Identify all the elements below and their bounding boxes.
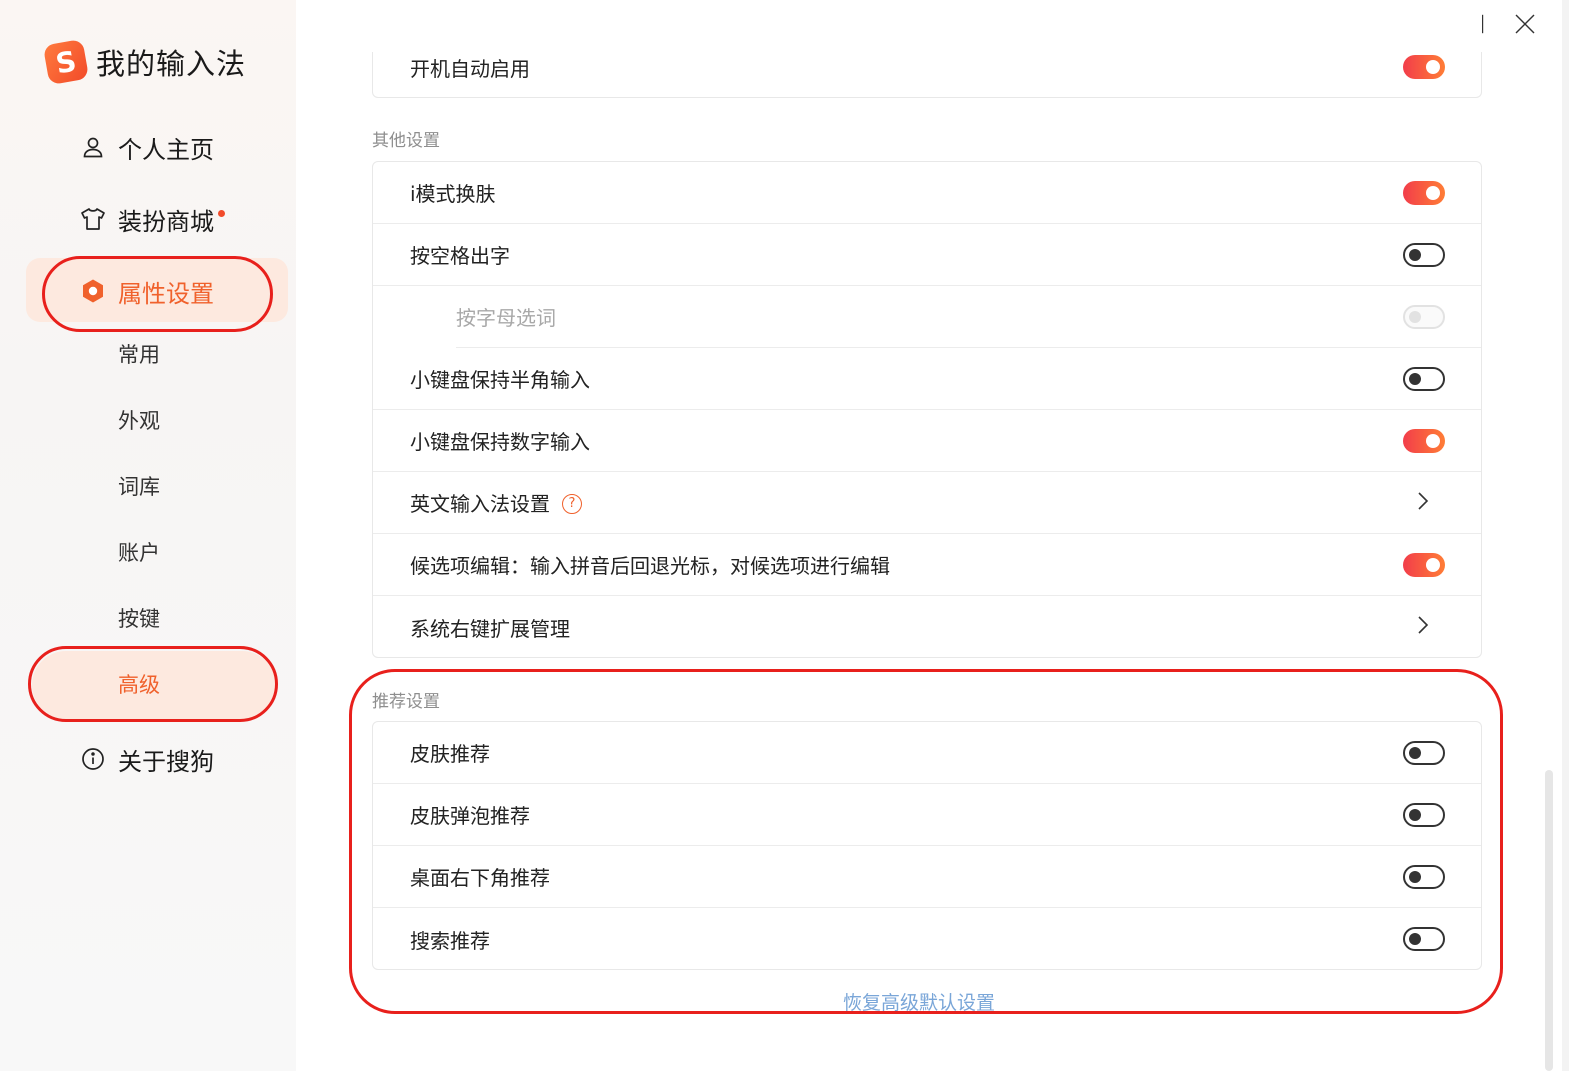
- row-label: 候选项编辑：输入拼音后回退光标，对候选项进行编辑: [410, 554, 890, 578]
- toggle-switch[interactable]: [1403, 864, 1445, 889]
- row-label: 按空格出字: [410, 244, 510, 268]
- nav-item-about[interactable]: 关于搜狗: [80, 739, 214, 779]
- row-space-output: 按空格出字: [373, 224, 1481, 286]
- app-title: 我的输入法: [96, 47, 247, 81]
- user-icon: [80, 134, 106, 160]
- recommend-settings-panel: 皮肤推荐 皮肤弹泡推荐 桌面右下角推荐 搜索推荐: [372, 721, 1482, 970]
- row-i-mode-skin: i模式换肤: [373, 162, 1481, 224]
- chevron-right-icon: [1417, 615, 1429, 639]
- nav-item-settings[interactable]: 属性设置: [80, 271, 214, 311]
- nav-item-store[interactable]: 装扮商城: [80, 199, 225, 239]
- chevron-right-icon: [1417, 491, 1429, 515]
- row-label: 系统右键扩展管理: [410, 616, 570, 641]
- nav-label-store: 装扮商城: [118, 207, 214, 236]
- row-label: 皮肤推荐: [410, 742, 490, 766]
- subnav-advanced[interactable]: 高级: [118, 669, 160, 701]
- section-title-recommend: 推荐设置: [372, 692, 440, 712]
- brand: S 我的输入法: [42, 38, 247, 86]
- toggle-switch[interactable]: [1403, 366, 1445, 391]
- row-skin-popup-recommend: 皮肤弹泡推荐: [373, 784, 1481, 846]
- row-context-menu-ext[interactable]: 系统右键扩展管理: [373, 596, 1481, 658]
- row-candidate-edit: 候选项编辑：输入拼音后回退光标，对候选项进行编辑: [373, 534, 1481, 596]
- row-label: 英文输入法设置: [410, 492, 550, 516]
- subnav-common[interactable]: 常用: [118, 339, 160, 371]
- restore-defaults-link[interactable]: 恢复高级默认设置: [843, 988, 995, 1015]
- row-desktop-corner-recommend: 桌面右下角推荐: [373, 846, 1481, 908]
- help-icon[interactable]: ?: [562, 493, 582, 514]
- close-button[interactable]: [1507, 8, 1543, 44]
- new-badge-dot: [218, 209, 225, 217]
- hexagon-settings-icon: [80, 278, 106, 304]
- scroll-clip-mask: [372, 0, 1482, 52]
- row-search-recommend: 搜索推荐: [373, 908, 1481, 970]
- row-label-wrap: 英文输入法设置?: [410, 488, 582, 517]
- toggle-switch[interactable]: [1403, 740, 1445, 765]
- row-english-ime-settings[interactable]: 英文输入法设置?: [373, 472, 1481, 534]
- toggle-switch[interactable]: [1403, 552, 1445, 577]
- close-icon: [1515, 14, 1535, 38]
- sogou-logo-icon: S: [42, 38, 90, 86]
- row-letter-select: 按字母选词: [456, 286, 1481, 348]
- row-label: 皮肤弹泡推荐: [410, 804, 530, 828]
- row-skin-recommend: 皮肤推荐: [373, 722, 1481, 784]
- sidebar: S 我的输入法 个人主页 装扮商城 属性设置 常用 外观 词库 账户 按键 高级…: [0, 0, 296, 1071]
- nav-item-profile[interactable]: 个人主页: [80, 127, 214, 167]
- row-label: 小键盘保持数字输入: [410, 430, 590, 454]
- window-edge: [1562, 0, 1569, 1071]
- row-label: i模式换肤: [410, 182, 496, 206]
- subnav-lexicon[interactable]: 词库: [118, 471, 160, 503]
- toggle-switch: [1403, 304, 1445, 329]
- section-title-other: 其他设置: [372, 131, 440, 151]
- row-label: 按字母选词: [456, 306, 556, 330]
- row-label: 小键盘保持半角输入: [410, 368, 590, 392]
- row-numpad-halfwidth: 小键盘保持半角输入: [373, 348, 1481, 410]
- toggle-switch[interactable]: [1403, 927, 1445, 951]
- toggle-switch[interactable]: [1403, 180, 1445, 205]
- shirt-icon: [80, 206, 106, 232]
- info-icon: [80, 746, 106, 772]
- subnav-account[interactable]: 账户: [118, 537, 160, 569]
- row-numpad-digits: 小键盘保持数字输入: [373, 410, 1481, 472]
- toggle-switch[interactable]: [1403, 802, 1445, 827]
- row-label: 开机自动启用: [410, 56, 530, 81]
- row-label: 搜索推荐: [410, 928, 490, 953]
- subnav-keys[interactable]: 按键: [118, 603, 160, 635]
- other-settings-panel: i模式换肤 按空格出字 按字母选词 小键盘保持半角输入 小键盘保持数字输入 英文…: [372, 161, 1482, 658]
- toggle-switch[interactable]: [1403, 55, 1445, 79]
- nav-label-profile: 个人主页: [118, 135, 214, 164]
- nav-label-settings: 属性设置: [118, 279, 214, 308]
- toggle-switch[interactable]: [1403, 428, 1445, 453]
- toggle-switch[interactable]: [1403, 242, 1445, 267]
- nav-label-about: 关于搜狗: [118, 747, 214, 776]
- scrollbar-thumb[interactable]: [1545, 770, 1553, 1071]
- row-label: 桌面右下角推荐: [410, 866, 550, 890]
- subnav-appearance[interactable]: 外观: [118, 405, 160, 437]
